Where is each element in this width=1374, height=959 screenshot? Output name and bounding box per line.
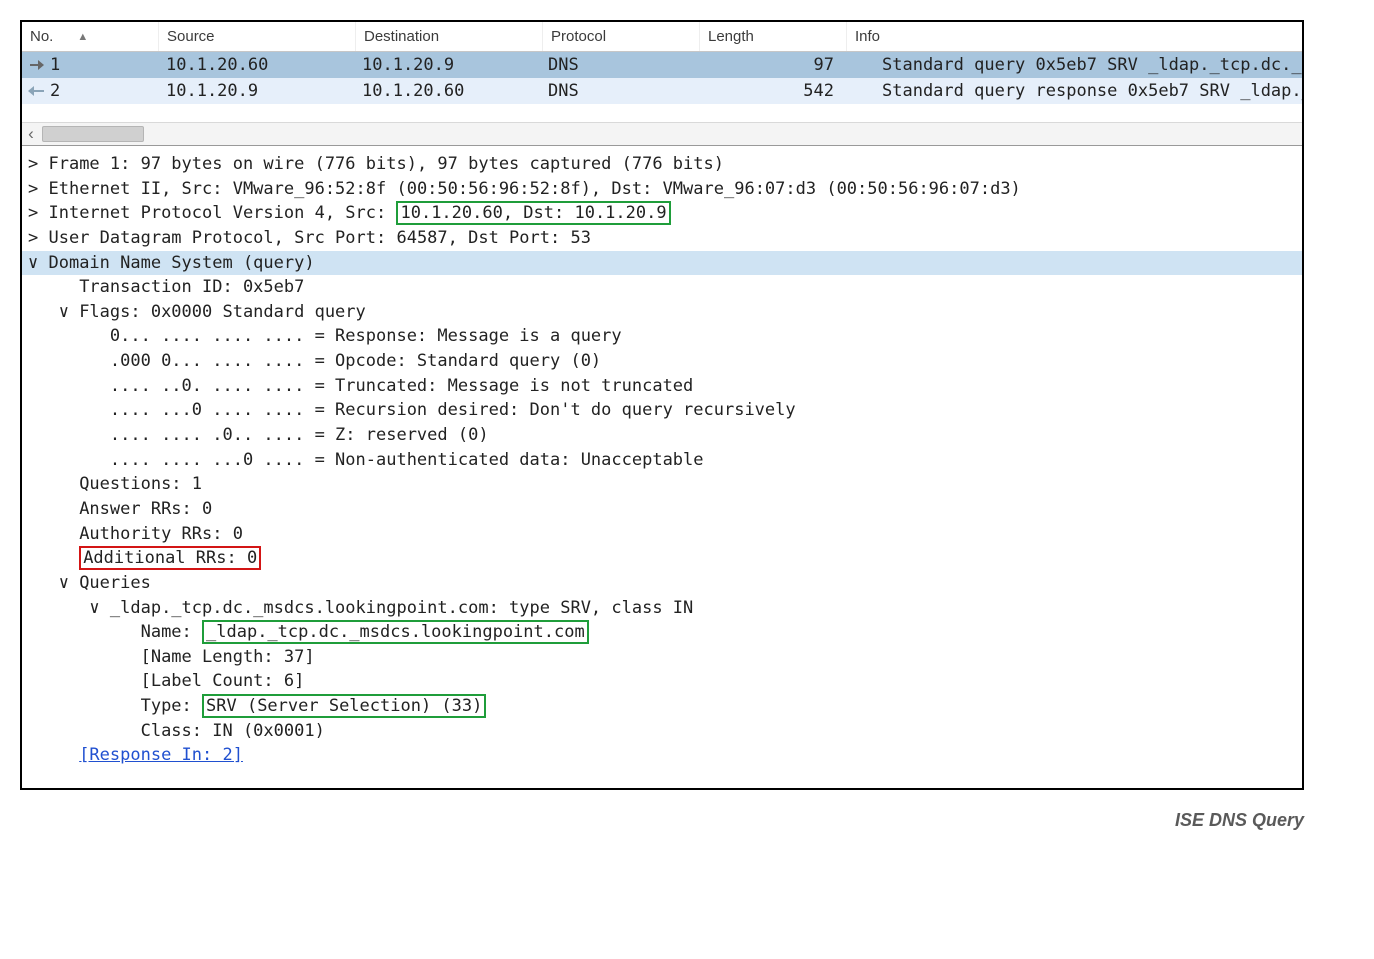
dns-flags[interactable]: ∨ Flags: 0x0000 Standard query [22,300,1302,325]
scroll-left-icon[interactable]: ‹ [22,124,40,144]
horizontal-scrollbar[interactable]: ‹ [22,122,1302,145]
query-summary[interactable]: ∨ _ldap._tcp.dc._msdcs.lookingpoint.com:… [22,596,1302,621]
packet-source: 10.1.20.9 [158,78,354,104]
col-info[interactable]: Info [847,22,1302,51]
request-arrow-icon [30,60,44,70]
tree-ip[interactable]: > Internet Protocol Version 4, Src: 10.1… [22,201,1302,226]
dns-answer-rrs[interactable]: Answer RRs: 0 [22,497,1302,522]
packet-length: 97 [696,52,874,78]
response-in-link[interactable]: [Response In: 2] [22,743,1302,768]
dns-questions[interactable]: Questions: 1 [22,472,1302,497]
packet-row[interactable]: 2 10.1.20.9 10.1.20.60 DNS 542 Standard … [22,78,1302,104]
wireshark-window: No.▲ Source Destination Protocol Length … [20,20,1304,790]
packet-destination: 10.1.20.60 [354,78,540,104]
packet-info: Standard query response 0x5eb7 SRV _ldap… [874,78,1302,104]
figure-caption: ISE DNS Query [20,810,1304,831]
packet-info: Standard query 0x5eb7 SRV _ldap._tcp.dc.… [874,52,1302,78]
tree-ethernet[interactable]: > Ethernet II, Src: VMware_96:52:8f (00:… [22,177,1302,202]
query-name-length[interactable]: [Name Length: 37] [22,645,1302,670]
dns-queries[interactable]: ∨ Queries [22,571,1302,596]
packet-no: 2 [50,81,60,101]
tree-udp[interactable]: > User Datagram Protocol, Src Port: 6458… [22,226,1302,251]
packet-length: 542 [696,78,874,104]
highlight-additional-rrs: Additional RRs: 0 [79,546,261,570]
dns-additional-rrs[interactable]: Additional RRs: 0 [22,546,1302,571]
tree-frame[interactable]: > Frame 1: 97 bytes on wire (776 bits), … [22,152,1302,177]
query-name[interactable]: Name: _ldap._tcp.dc._msdcs.lookingpoint.… [22,620,1302,645]
query-class[interactable]: Class: IN (0x0001) [22,719,1302,744]
col-protocol[interactable]: Protocol [543,22,700,51]
flag-z[interactable]: .... .... .0.. .... = Z: reserved (0) [22,423,1302,448]
scroll-thumb[interactable] [42,126,144,142]
highlight-query-type: SRV (Server Selection) (33) [202,694,486,718]
packet-protocol: DNS [540,78,696,104]
col-destination[interactable]: Destination [356,22,543,51]
query-type[interactable]: Type: SRV (Server Selection) (33) [22,694,1302,719]
packet-row[interactable]: 1 10.1.20.60 10.1.20.9 DNS 97 Standard q… [22,52,1302,78]
flag-truncated[interactable]: .... ..0. .... .... = Truncated: Message… [22,374,1302,399]
col-length[interactable]: Length [700,22,847,51]
flag-response[interactable]: 0... .... .... .... = Response: Message … [22,324,1302,349]
dns-authority-rrs[interactable]: Authority RRs: 0 [22,522,1302,547]
packet-details: > Frame 1: 97 bytes on wire (776 bits), … [22,145,1302,788]
packet-protocol: DNS [540,52,696,78]
col-source[interactable]: Source [159,22,356,51]
dns-transaction-id[interactable]: Transaction ID: 0x5eb7 [22,275,1302,300]
flag-auth-data[interactable]: .... .... ...0 .... = Non-authenticated … [22,448,1302,473]
packet-source: 10.1.20.60 [158,52,354,78]
col-no[interactable]: No.▲ [22,22,159,51]
packet-destination: 10.1.20.9 [354,52,540,78]
packet-no: 1 [50,55,60,75]
response-arrow-icon [30,86,44,96]
sort-asc-icon: ▲ [77,31,88,43]
query-label-count[interactable]: [Label Count: 6] [22,669,1302,694]
flag-opcode[interactable]: .000 0... .... .... = Opcode: Standard q… [22,349,1302,374]
highlight-query-name: _ldap._tcp.dc._msdcs.lookingpoint.com [202,620,589,644]
packet-list-header: No.▲ Source Destination Protocol Length … [22,22,1302,52]
flag-recursion[interactable]: .... ...0 .... .... = Recursion desired:… [22,398,1302,423]
highlight-ip-addresses: 10.1.20.60, Dst: 10.1.20.9 [396,201,670,225]
tree-dns[interactable]: ∨ Domain Name System (query) [22,251,1302,276]
